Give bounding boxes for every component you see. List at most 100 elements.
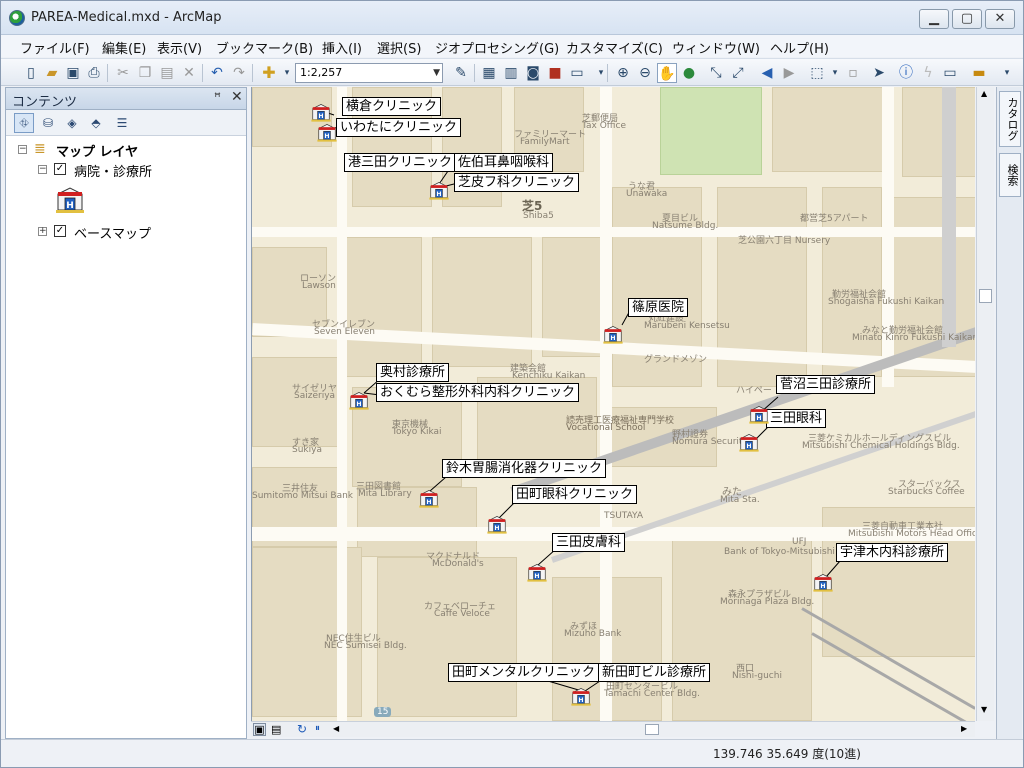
hospital-icon[interactable]: H	[486, 513, 508, 535]
paste-icon[interactable]: ▤	[157, 63, 177, 83]
layer-visibility-checkbox[interactable]: ✓	[54, 163, 66, 175]
callout-label[interactable]: 奥村診療所	[376, 363, 450, 382]
callout-label[interactable]: 新田町ビル診療所	[598, 663, 711, 682]
go-back-icon[interactable]: ◀	[757, 63, 777, 83]
scrollbar-thumb[interactable]	[645, 724, 659, 735]
print-icon[interactable]: ⎙	[84, 63, 104, 83]
menu-insert[interactable]: 挿入(I)	[318, 37, 366, 58]
delete-icon[interactable]: ✕	[179, 63, 199, 83]
select-features-icon[interactable]: ⬚	[807, 63, 827, 83]
map-scale-box[interactable]: 1:2,257 ▼	[295, 63, 443, 83]
map-horizontal-scrollbar[interactable]: ▣ ▤ ↻ ⏸ ◀ ▶	[251, 721, 975, 737]
clear-selection-icon[interactable]: ▫	[843, 63, 863, 83]
hospital-icon[interactable]: H	[570, 685, 592, 707]
toolbar-overflow-icon[interactable]: ▾	[997, 63, 1017, 83]
hospital-icon[interactable]: H	[348, 389, 370, 411]
refresh-icon[interactable]: ↻	[297, 722, 307, 736]
cut-icon[interactable]: ✂	[113, 63, 133, 83]
hospital-icon[interactable]: H	[418, 487, 440, 509]
scrollbar-thumb[interactable]	[979, 289, 992, 303]
hyperlink-icon[interactable]: ϟ	[918, 63, 938, 83]
scroll-right-icon[interactable]: ▶	[961, 724, 967, 733]
callout-label[interactable]: 三田眼科	[766, 409, 827, 428]
save-icon[interactable]: ▣	[63, 63, 83, 83]
menu-view[interactable]: 表示(V)	[153, 37, 206, 58]
menu-customize[interactable]: カスタマイズ(C)	[562, 37, 667, 58]
map-vertical-scrollbar[interactable]: ▲ ▼	[976, 87, 994, 721]
menu-selection[interactable]: 選択(S)	[373, 37, 425, 58]
callout-label[interactable]: 佐伯耳鼻咽喉科	[454, 153, 554, 172]
menu-edit[interactable]: 編集(E)	[98, 37, 150, 58]
new-document-icon[interactable]: ▯	[21, 63, 41, 83]
close-icon[interactable]: ✕	[231, 89, 243, 105]
chevron-down-icon[interactable]: ▼	[433, 64, 440, 82]
python-icon[interactable]: ▭	[567, 63, 587, 83]
select-elements-icon[interactable]: ➤	[869, 63, 889, 83]
collapse-icon[interactable]: −	[18, 145, 27, 154]
hospital-icon[interactable]: H	[310, 101, 332, 123]
callout-label[interactable]: 横倉クリニック	[342, 97, 442, 116]
zoom-in-icon[interactable]: ⊕	[613, 63, 633, 83]
callout-label[interactable]: 田町メンタルクリニック	[448, 663, 600, 682]
catalog-icon[interactable]: ▥	[501, 63, 521, 83]
add-data-icon[interactable]: ✚	[259, 63, 279, 83]
callout-label[interactable]: 鈴木胃腸消化器クリニック	[442, 459, 607, 478]
open-folder-icon[interactable]: ▰	[42, 63, 62, 83]
menu-geoprocessing[interactable]: ジオプロセシング(G)	[431, 37, 563, 58]
callout-label[interactable]: 篠原医院	[628, 298, 689, 317]
scroll-down-icon[interactable]: ▼	[981, 705, 987, 714]
search-window-icon[interactable]: ◙	[523, 63, 543, 83]
callout-label[interactable]: 三田皮膚科	[552, 533, 626, 552]
hospital-icon[interactable]: H	[316, 121, 338, 143]
callout-label[interactable]: いわたにクリニック	[336, 118, 462, 137]
list-by-source-icon[interactable]: ⛁	[38, 113, 58, 133]
identify-icon[interactable]: ⓘ	[896, 63, 916, 83]
layout-view-icon[interactable]: ▤	[271, 723, 281, 736]
list-by-selection-icon[interactable]: ⬘	[86, 113, 106, 133]
list-by-drawing-order-icon[interactable]: ⛗	[14, 113, 34, 133]
scroll-left-icon[interactable]: ◀	[333, 724, 339, 733]
hospital-icon[interactable]: H	[602, 323, 624, 345]
map-view[interactable]: 芝郵便局 Tax Office ファミリーマート FamilyMart 芝5 S…	[251, 87, 975, 721]
pause-drawing-icon[interactable]: ⏸	[315, 723, 320, 734]
fixed-zoom-in-icon[interactable]: ⤡	[706, 63, 726, 83]
close-button[interactable]: ✕	[985, 9, 1015, 29]
hospital-icon[interactable]: H	[526, 561, 548, 583]
hospital-icon[interactable]: H	[428, 179, 450, 201]
layer-visibility-checkbox[interactable]: ✓	[54, 225, 66, 237]
callout-label[interactable]: 芝皮フ科クリニック	[454, 173, 580, 192]
hospital-icon[interactable]: H	[748, 403, 770, 425]
undo-icon[interactable]: ↶	[207, 63, 227, 83]
arctoolbox-icon[interactable]: ■	[545, 63, 565, 83]
pan-icon[interactable]: ✋	[657, 63, 677, 83]
select-features-dropdown-icon[interactable]: ▾	[825, 63, 845, 83]
menu-windows[interactable]: ウィンドウ(W)	[668, 37, 764, 58]
go-forward-icon[interactable]: ▶	[779, 63, 799, 83]
expand-icon[interactable]: +	[38, 227, 47, 236]
scroll-up-icon[interactable]: ▲	[981, 89, 987, 98]
menu-bookmarks[interactable]: ブックマーク(B)	[212, 37, 317, 58]
menu-help[interactable]: ヘルプ(H)	[766, 37, 833, 58]
list-by-visibility-icon[interactable]: ◈	[62, 113, 82, 133]
pin-icon[interactable]: ꟸ	[214, 90, 221, 104]
collapse-icon[interactable]: −	[38, 165, 47, 174]
data-view-icon[interactable]: ▣	[253, 723, 266, 736]
add-data-dropdown-icon[interactable]: ▾	[277, 63, 297, 83]
measure-icon[interactable]: ▬	[969, 63, 989, 83]
maximize-button[interactable]: ▢	[952, 9, 982, 29]
editor-toolbar-icon[interactable]: ✎	[451, 63, 471, 83]
callout-label[interactable]: 宇津木内科診療所	[836, 543, 949, 562]
full-extent-icon[interactable]: ●	[679, 63, 699, 83]
fixed-zoom-out-icon[interactable]: ⤢	[728, 63, 748, 83]
callout-label[interactable]: おくむら整形外科内科クリニック	[376, 383, 580, 402]
table-of-contents-icon[interactable]: ▦	[479, 63, 499, 83]
toolbar-overflow-icon[interactable]: ▾	[591, 63, 611, 83]
redo-icon[interactable]: ↷	[229, 63, 249, 83]
callout-label[interactable]: 港三田クリニック	[344, 153, 457, 172]
zoom-out-icon[interactable]: ⊖	[635, 63, 655, 83]
menu-file[interactable]: ファイル(F)	[16, 37, 94, 58]
tree-row-basemap[interactable]: + ✓ ベースマップ	[34, 222, 234, 242]
tree-row-map-layers[interactable]: − ≣ マップ レイヤ	[14, 140, 234, 160]
copy-icon[interactable]: ❐	[135, 63, 155, 83]
tree-row-hospitals[interactable]: − ✓ 病院・診療所	[34, 160, 234, 180]
